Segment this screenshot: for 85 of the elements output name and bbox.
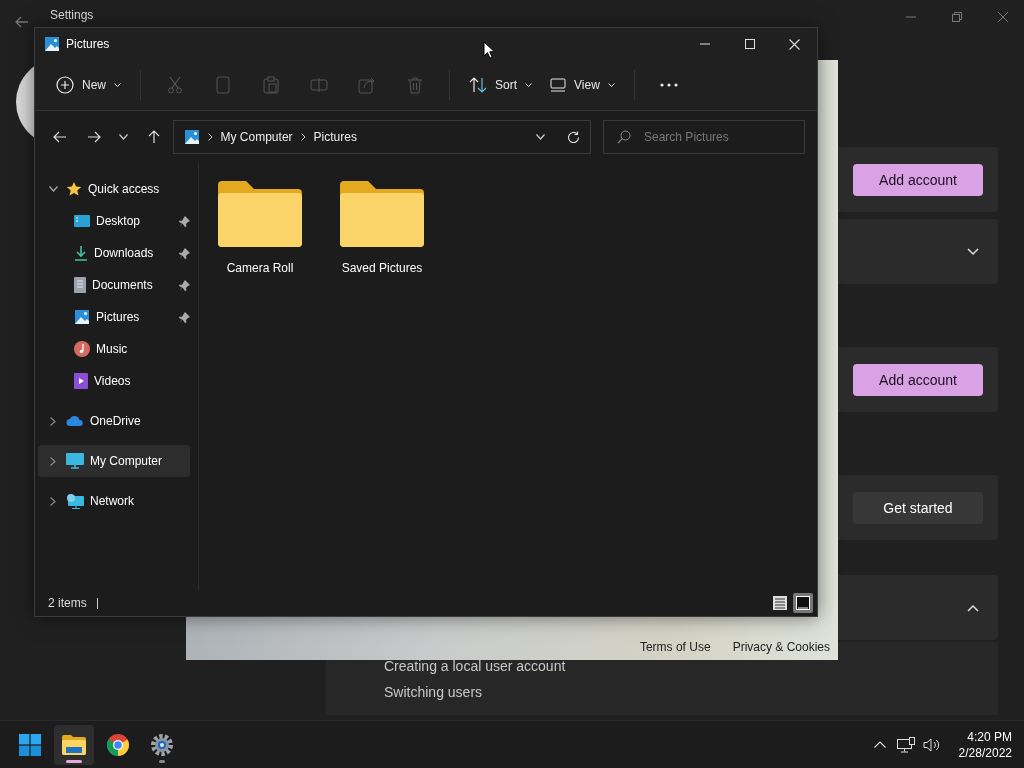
view-toggle-button[interactable] bbox=[793, 593, 813, 613]
app-icon bbox=[44, 36, 60, 52]
search-field[interactable]: Search Pictures bbox=[603, 120, 805, 154]
folder-icon bbox=[218, 181, 302, 247]
cloud-icon bbox=[66, 415, 84, 427]
download-icon bbox=[74, 245, 88, 261]
back-arrow-icon bbox=[52, 131, 67, 143]
view-button[interactable]: View bbox=[541, 68, 624, 102]
volume-icon bbox=[922, 736, 941, 753]
view-toggle-button[interactable] bbox=[770, 593, 790, 613]
star-icon bbox=[66, 181, 82, 197]
rename-icon bbox=[310, 77, 328, 93]
chevron-up-icon bbox=[873, 741, 886, 748]
nav-item[interactable]: OneDrive bbox=[38, 405, 190, 437]
gear-icon bbox=[150, 732, 174, 757]
browser-icon bbox=[107, 733, 129, 756]
address-bar[interactable]: My Computer Pictures bbox=[172, 120, 591, 154]
monitor-icon bbox=[550, 78, 567, 92]
clock[interactable]: 4:20 PM 2/28/2022 bbox=[944, 728, 1024, 761]
sort-button[interactable]: Sort bbox=[460, 68, 542, 102]
chevron-down-icon bbox=[536, 134, 545, 140]
footer-link[interactable]: Privacy & Cookies bbox=[732, 640, 830, 654]
refresh-button[interactable] bbox=[567, 130, 580, 144]
list-view-icon bbox=[773, 596, 787, 610]
more-icon bbox=[659, 83, 678, 87]
item-count: 2 items bbox=[48, 596, 87, 610]
back-arrow-icon bbox=[15, 16, 29, 28]
nav-item[interactable]: Quick access bbox=[38, 173, 190, 205]
forward-arrow-icon bbox=[86, 131, 101, 143]
nav-item[interactable]: Documents bbox=[38, 269, 190, 301]
caret-icon bbox=[607, 82, 615, 88]
window-title: Pictures bbox=[66, 37, 110, 51]
video-icon bbox=[74, 373, 88, 389]
nav-item[interactable]: Network bbox=[38, 485, 190, 517]
breadcrumb-item[interactable]: My Computer bbox=[220, 130, 293, 144]
document-icon bbox=[74, 277, 86, 293]
trash-icon bbox=[407, 76, 423, 94]
location-icon bbox=[183, 129, 200, 145]
nav-item[interactable]: Music bbox=[38, 333, 190, 365]
folder-item[interactable]: Camera Roll bbox=[205, 175, 315, 281]
close-icon bbox=[998, 12, 1008, 22]
sort-arrows-icon bbox=[469, 77, 487, 93]
nav-item[interactable]: Pictures bbox=[38, 301, 190, 333]
up-arrow-icon bbox=[147, 130, 160, 144]
copy-icon bbox=[216, 76, 230, 94]
window-title: Settings bbox=[50, 8, 94, 22]
refresh-icon bbox=[567, 130, 580, 144]
nav-item[interactable]: Downloads bbox=[38, 237, 190, 269]
caret-icon bbox=[114, 82, 121, 88]
folder-icon bbox=[62, 734, 86, 755]
chevron-down-icon bbox=[119, 134, 129, 140]
chevron-right-icon bbox=[207, 133, 213, 141]
network-icon bbox=[66, 493, 84, 509]
explorer-taskbar-button[interactable] bbox=[54, 724, 94, 765]
music-icon bbox=[74, 341, 90, 357]
share-icon bbox=[358, 76, 376, 94]
nav-item[interactable]: My Computer bbox=[38, 445, 190, 477]
maximize-icon bbox=[744, 39, 755, 49]
add-account-button[interactable]: Add account bbox=[853, 363, 983, 396]
close-icon bbox=[789, 38, 800, 50]
get-started-button[interactable]: Get started bbox=[853, 491, 983, 524]
caret-icon bbox=[525, 82, 533, 88]
tile-view-icon bbox=[796, 596, 810, 610]
picture-icon bbox=[74, 309, 90, 325]
clipboard-icon bbox=[263, 76, 279, 94]
help-link[interactable]: Creating a local user account bbox=[384, 658, 998, 674]
scissors-icon bbox=[167, 76, 183, 94]
mouse-cursor-icon bbox=[483, 41, 495, 59]
plus-circle-icon bbox=[56, 76, 74, 94]
add-account-button[interactable]: Add account bbox=[853, 163, 983, 196]
monitor-icon bbox=[66, 453, 84, 469]
start-icon bbox=[19, 733, 41, 756]
footer-link[interactable]: Terms of Use bbox=[639, 640, 711, 654]
help-link[interactable]: Switching users bbox=[384, 684, 998, 700]
desktop-icon bbox=[74, 214, 90, 228]
chevron-right-icon bbox=[300, 133, 306, 141]
breadcrumb-item[interactable]: Pictures bbox=[313, 130, 357, 144]
network-icon bbox=[896, 736, 915, 753]
folder-item[interactable]: Saved Pictures bbox=[327, 175, 437, 281]
nav-item[interactable]: Desktop bbox=[38, 205, 190, 237]
new-button[interactable]: New bbox=[47, 68, 130, 102]
nav-item[interactable]: Videos bbox=[38, 365, 190, 397]
folder-icon bbox=[340, 181, 424, 247]
restore-icon bbox=[952, 12, 962, 22]
search-icon bbox=[617, 130, 631, 144]
